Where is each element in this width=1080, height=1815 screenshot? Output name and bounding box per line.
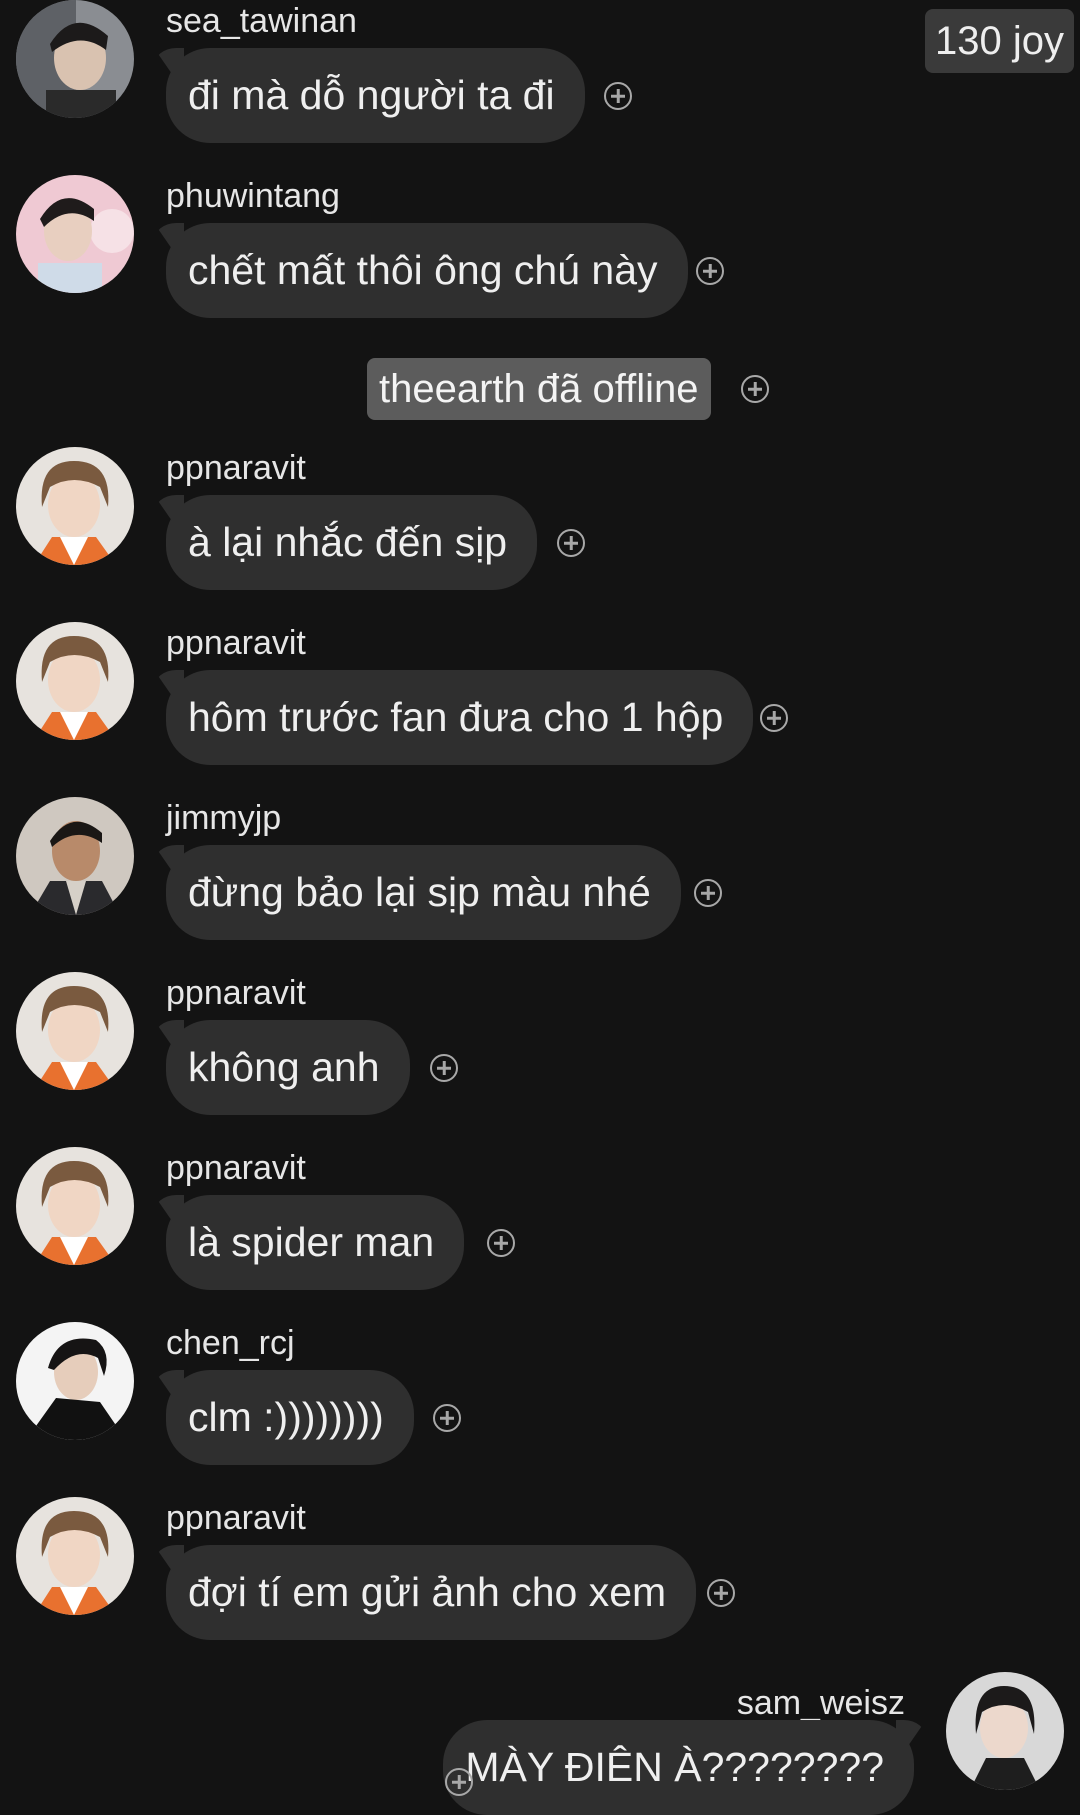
avatar[interactable]: [16, 1322, 134, 1440]
avatar[interactable]: [16, 175, 134, 293]
add-reaction-icon[interactable]: [433, 1404, 461, 1432]
add-reaction-icon[interactable]: [604, 82, 632, 110]
add-reaction-icon[interactable]: [741, 375, 769, 403]
message-row: ppnaravit không anh: [0, 972, 1080, 1147]
message-row: ppnaravit đợi tí em gửi ảnh cho xem: [0, 1497, 1080, 1672]
add-reaction-icon[interactable]: [696, 257, 724, 285]
add-reaction-icon[interactable]: [707, 1579, 735, 1607]
username[interactable]: ppnaravit: [166, 976, 306, 1010]
message-row: phuwintang chết mất thôi ông chú này: [0, 175, 1080, 350]
message-row: jimmyjp đừng bảo lại sịp màu nhé: [0, 797, 1080, 972]
username[interactable]: phuwintang: [166, 179, 340, 213]
avatar[interactable]: [16, 797, 134, 915]
username[interactable]: jimmyjp: [166, 801, 281, 835]
username[interactable]: sea_tawinan: [166, 4, 357, 38]
avatar[interactable]: [16, 972, 134, 1090]
own-username[interactable]: sam_weisz: [737, 1686, 905, 1720]
message-row: ppnaravit hôm trước fan đưa cho 1 hộp: [0, 622, 1080, 797]
add-reaction-icon[interactable]: [557, 529, 585, 557]
message-row: chen_rcj clm :)))))))): [0, 1322, 1080, 1497]
message-bubble[interactable]: không anh: [166, 1020, 410, 1115]
message-row: sea_tawinan đi mà dỗ người ta đi: [0, 0, 1080, 175]
message-bubble[interactable]: clm :)))))))): [166, 1370, 414, 1465]
message-bubble[interactable]: à lại nhắc đến sịp: [166, 495, 538, 590]
message-bubble[interactable]: đi mà dỗ người ta đi: [166, 48, 585, 143]
add-reaction-icon[interactable]: [445, 1768, 473, 1796]
message-bubble[interactable]: hôm trước fan đưa cho 1 hộp: [166, 670, 754, 765]
message-row: ppnaravit à lại nhắc đến sịp: [0, 447, 1080, 622]
add-reaction-icon[interactable]: [487, 1229, 515, 1257]
add-reaction-icon[interactable]: [760, 704, 788, 732]
add-reaction-icon[interactable]: [694, 879, 722, 907]
avatar[interactable]: [16, 622, 134, 740]
username[interactable]: ppnaravit: [166, 451, 306, 485]
username[interactable]: ppnaravit: [166, 1501, 306, 1535]
username[interactable]: chen_rcj: [166, 1326, 295, 1360]
own-avatar[interactable]: [946, 1672, 1064, 1790]
own-message-bubble[interactable]: MÀY ĐIÊN À????????: [443, 1720, 914, 1815]
username[interactable]: ppnaravit: [166, 1151, 306, 1185]
add-reaction-icon[interactable]: [430, 1054, 458, 1082]
avatar[interactable]: [16, 447, 134, 565]
message-bubble[interactable]: là spider man: [166, 1195, 465, 1290]
avatar[interactable]: [16, 1497, 134, 1615]
message-bubble[interactable]: đừng bảo lại sịp màu nhé: [166, 845, 681, 940]
message-bubble[interactable]: chết mất thôi ông chú này: [166, 223, 688, 318]
avatar[interactable]: [16, 0, 134, 118]
message-row: ppnaravit là spider man: [0, 1147, 1080, 1322]
system-status-message: theearth đã offline: [367, 358, 711, 420]
message-bubble[interactable]: đợi tí em gửi ảnh cho xem: [166, 1545, 697, 1640]
username[interactable]: ppnaravit: [166, 626, 306, 660]
own-message-row: sam_weisz MÀY ĐIÊN À????????: [0, 1670, 1080, 1815]
avatar[interactable]: [16, 1147, 134, 1265]
